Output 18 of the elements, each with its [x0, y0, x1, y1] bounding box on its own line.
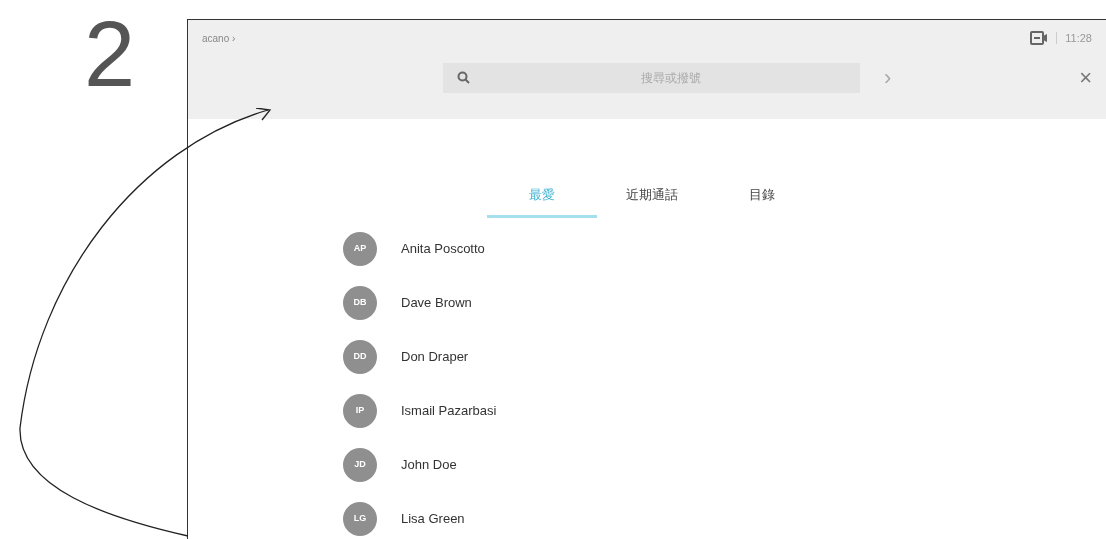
avatar-initials: DD — [343, 339, 377, 374]
contact-name[interactable]: Lisa Green — [401, 508, 465, 529]
clock-time: 11:28 — [1065, 31, 1092, 46]
tab[interactable]: 近期通話 — [597, 179, 707, 218]
contact-name[interactable]: John Doe — [401, 454, 457, 475]
contact-name[interactable]: Dave Brown — [401, 292, 472, 313]
step-number: 2 — [84, 8, 136, 100]
contact-name[interactable]: Anita Poscotto — [401, 238, 485, 259]
avatar-initials: IP — [343, 393, 377, 428]
contact-name[interactable]: Don Draper — [401, 346, 469, 367]
contact-name[interactable]: Ismail Pazarbasi — [401, 400, 497, 421]
avatar-initials: JD — [343, 447, 377, 482]
camera-icon[interactable] — [1030, 31, 1049, 46]
avatar-initials: LG — [343, 501, 377, 536]
tab[interactable]: 目錄 — [707, 179, 817, 218]
avatar-initials: DB — [343, 285, 377, 320]
avatar-initials: AP — [343, 231, 377, 266]
close-button[interactable]: × — [1079, 66, 1092, 89]
